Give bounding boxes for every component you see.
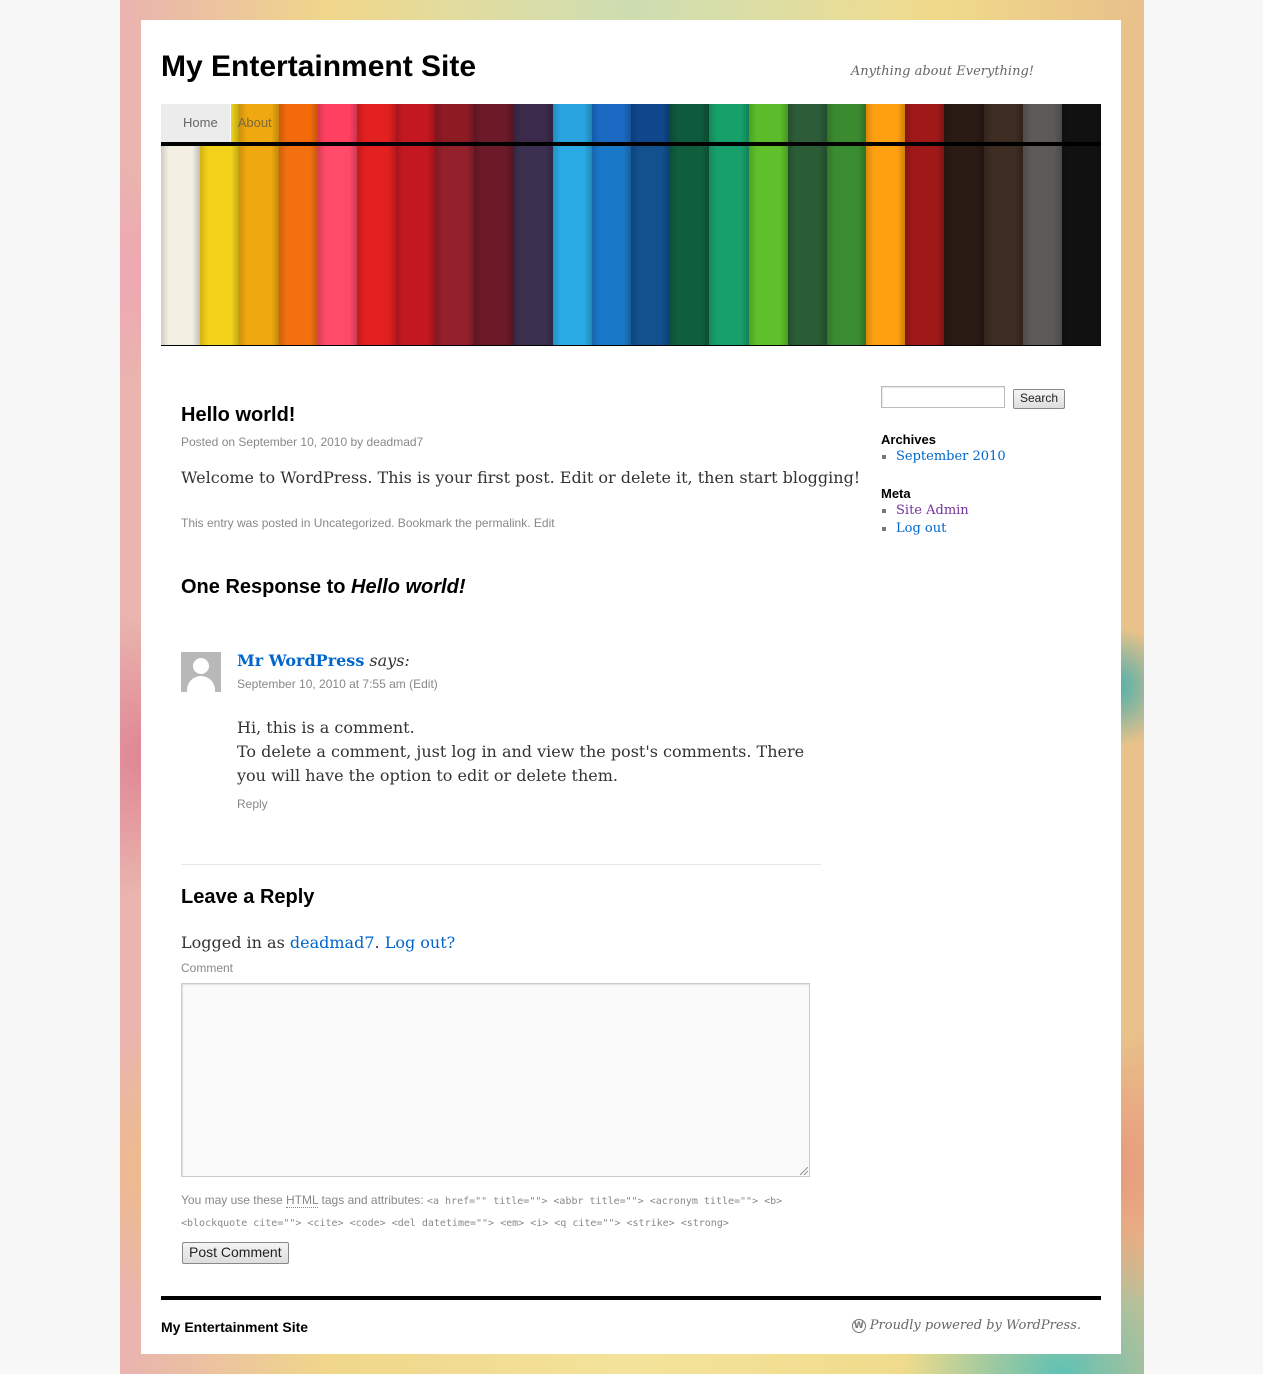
header-stripe bbox=[748, 146, 788, 345]
logged-in-as: Logged in as deadmad7. Log out? bbox=[181, 933, 455, 952]
header-stripe bbox=[866, 146, 906, 345]
comment-textarea[interactable] bbox=[181, 983, 810, 1177]
sidebar-logout-link[interactable]: Log out bbox=[896, 521, 946, 536]
logged-in-prefix: Logged in as bbox=[181, 933, 285, 952]
comment-date-link[interactable]: September 10, 2010 at 7:55 am bbox=[237, 677, 406, 691]
list-item: Site Admin bbox=[896, 502, 969, 520]
comments-title-prefix: One Response to bbox=[181, 576, 346, 598]
header-stripe bbox=[161, 146, 201, 345]
avatar bbox=[181, 652, 221, 692]
meta-list: Site Admin Log out bbox=[881, 502, 969, 538]
header-stripe bbox=[787, 146, 827, 345]
header-stripe bbox=[591, 146, 632, 345]
header-stripe bbox=[983, 146, 1023, 345]
reply-title: Leave a Reply bbox=[181, 886, 315, 908]
says-label: says: bbox=[369, 651, 410, 670]
header-stripe bbox=[278, 146, 318, 345]
post-edit-link[interactable]: Edit bbox=[534, 516, 555, 530]
utility-prefix: This entry was posted in bbox=[181, 516, 311, 530]
comment-author-link[interactable]: Mr WordPress bbox=[237, 651, 364, 670]
header-stripe bbox=[356, 146, 397, 345]
post-comment-button[interactable]: Post Comment bbox=[182, 1242, 289, 1264]
comment-line-2: To delete a comment, just log in and vie… bbox=[237, 742, 805, 785]
by-label: by bbox=[350, 435, 364, 449]
header-image: Home About bbox=[161, 104, 1101, 346]
header-stripe bbox=[435, 146, 475, 345]
divider bbox=[181, 864, 821, 865]
utility-sep1: . Bookmark the bbox=[391, 516, 472, 530]
comment-body: Hi, this is a comment. To delete a comme… bbox=[237, 716, 807, 788]
main-navigation: Home About bbox=[161, 104, 1101, 146]
post-title[interactable]: Hello world! bbox=[181, 404, 295, 427]
header-stripe bbox=[944, 146, 984, 345]
site-admin-link[interactable]: Site Admin bbox=[896, 503, 969, 518]
powered-by-link[interactable]: Proudly powered by WordPress. bbox=[870, 1318, 1081, 1333]
comment-edit-link[interactable]: (Edit) bbox=[409, 677, 438, 691]
search-input[interactable] bbox=[881, 386, 1005, 408]
nav-item-home[interactable]: Home bbox=[161, 104, 230, 142]
footer-rule bbox=[161, 1296, 1101, 1300]
comment-author-line: Mr WordPress says: bbox=[237, 651, 410, 670]
archives-widget-title: Archives bbox=[881, 432, 936, 447]
header-main-stripes bbox=[161, 146, 1101, 345]
header-stripe bbox=[317, 146, 357, 345]
archives-list: September 2010 bbox=[881, 448, 1006, 466]
post-meta: Posted on September 10, 2010 by deadmad7 bbox=[181, 435, 423, 449]
wordpress-icon: W bbox=[851, 1318, 866, 1333]
allowed-middle: tags and attributes: bbox=[321, 1193, 424, 1207]
allowed-prefix: You may use these bbox=[181, 1193, 283, 1207]
html-abbr: HTML bbox=[285, 1193, 319, 1208]
header-stripe bbox=[200, 146, 240, 345]
header-stripe bbox=[239, 146, 279, 345]
header-stripe bbox=[396, 146, 436, 345]
resize-handle[interactable] bbox=[800, 1167, 808, 1175]
list-item: Log out bbox=[896, 520, 969, 538]
header-stripe bbox=[670, 146, 710, 345]
utility-sep2: . bbox=[527, 516, 531, 530]
page-container: My Entertainment Site Anything about Eve… bbox=[141, 20, 1121, 1354]
meta-widget-title: Meta bbox=[881, 486, 911, 501]
header-stripe bbox=[1061, 146, 1101, 345]
logged-in-user-link[interactable]: deadmad7 bbox=[290, 933, 375, 952]
header-stripe bbox=[474, 146, 514, 345]
comments-title-post: Hello world! bbox=[351, 576, 466, 598]
list-item: September 2010 bbox=[896, 448, 1006, 466]
logout-link[interactable]: Log out? bbox=[385, 933, 456, 952]
comment-label: Comment bbox=[181, 961, 234, 975]
site-description: Anything about Everything! bbox=[850, 64, 1034, 79]
site-title[interactable]: My Entertainment Site bbox=[161, 50, 476, 84]
logged-in-sep: . bbox=[374, 933, 380, 952]
powered-by: W Proudly powered by WordPress. bbox=[851, 1318, 1081, 1333]
header-stripe bbox=[1022, 146, 1062, 345]
nav-item-about[interactable]: About bbox=[229, 104, 279, 142]
header-stripe bbox=[905, 146, 945, 345]
header-stripe bbox=[552, 146, 592, 345]
post-body: Welcome to WordPress. This is your first… bbox=[181, 468, 861, 487]
archive-link-september-2010[interactable]: September 2010 bbox=[896, 449, 1006, 464]
header-stripe bbox=[709, 146, 749, 345]
comment-line-1: Hi, this is a comment. bbox=[237, 718, 415, 737]
header-stripe bbox=[631, 146, 671, 345]
comment-reply-link[interactable]: Reply bbox=[237, 797, 268, 811]
post-author-link[interactable]: deadmad7 bbox=[367, 435, 424, 449]
allowed-tags-note: You may use these HTML tags and attribut… bbox=[181, 1190, 801, 1234]
permalink-link[interactable]: permalink bbox=[475, 516, 527, 530]
footer-site-title[interactable]: My Entertainment Site bbox=[161, 1319, 308, 1335]
search-button[interactable]: Search bbox=[1013, 389, 1066, 409]
category-link[interactable]: Uncategorized bbox=[314, 516, 391, 530]
header-stripe bbox=[826, 146, 867, 345]
post-date-link[interactable]: September 10, 2010 bbox=[238, 435, 347, 449]
posted-on-label: Posted on bbox=[181, 435, 236, 449]
post-utility: This entry was posted in Uncategorized. … bbox=[181, 516, 555, 530]
header-stripe bbox=[513, 146, 553, 345]
comments-title: One Response to Hello world! bbox=[181, 576, 466, 599]
comment-meta: September 10, 2010 at 7:55 am (Edit) bbox=[237, 677, 438, 691]
